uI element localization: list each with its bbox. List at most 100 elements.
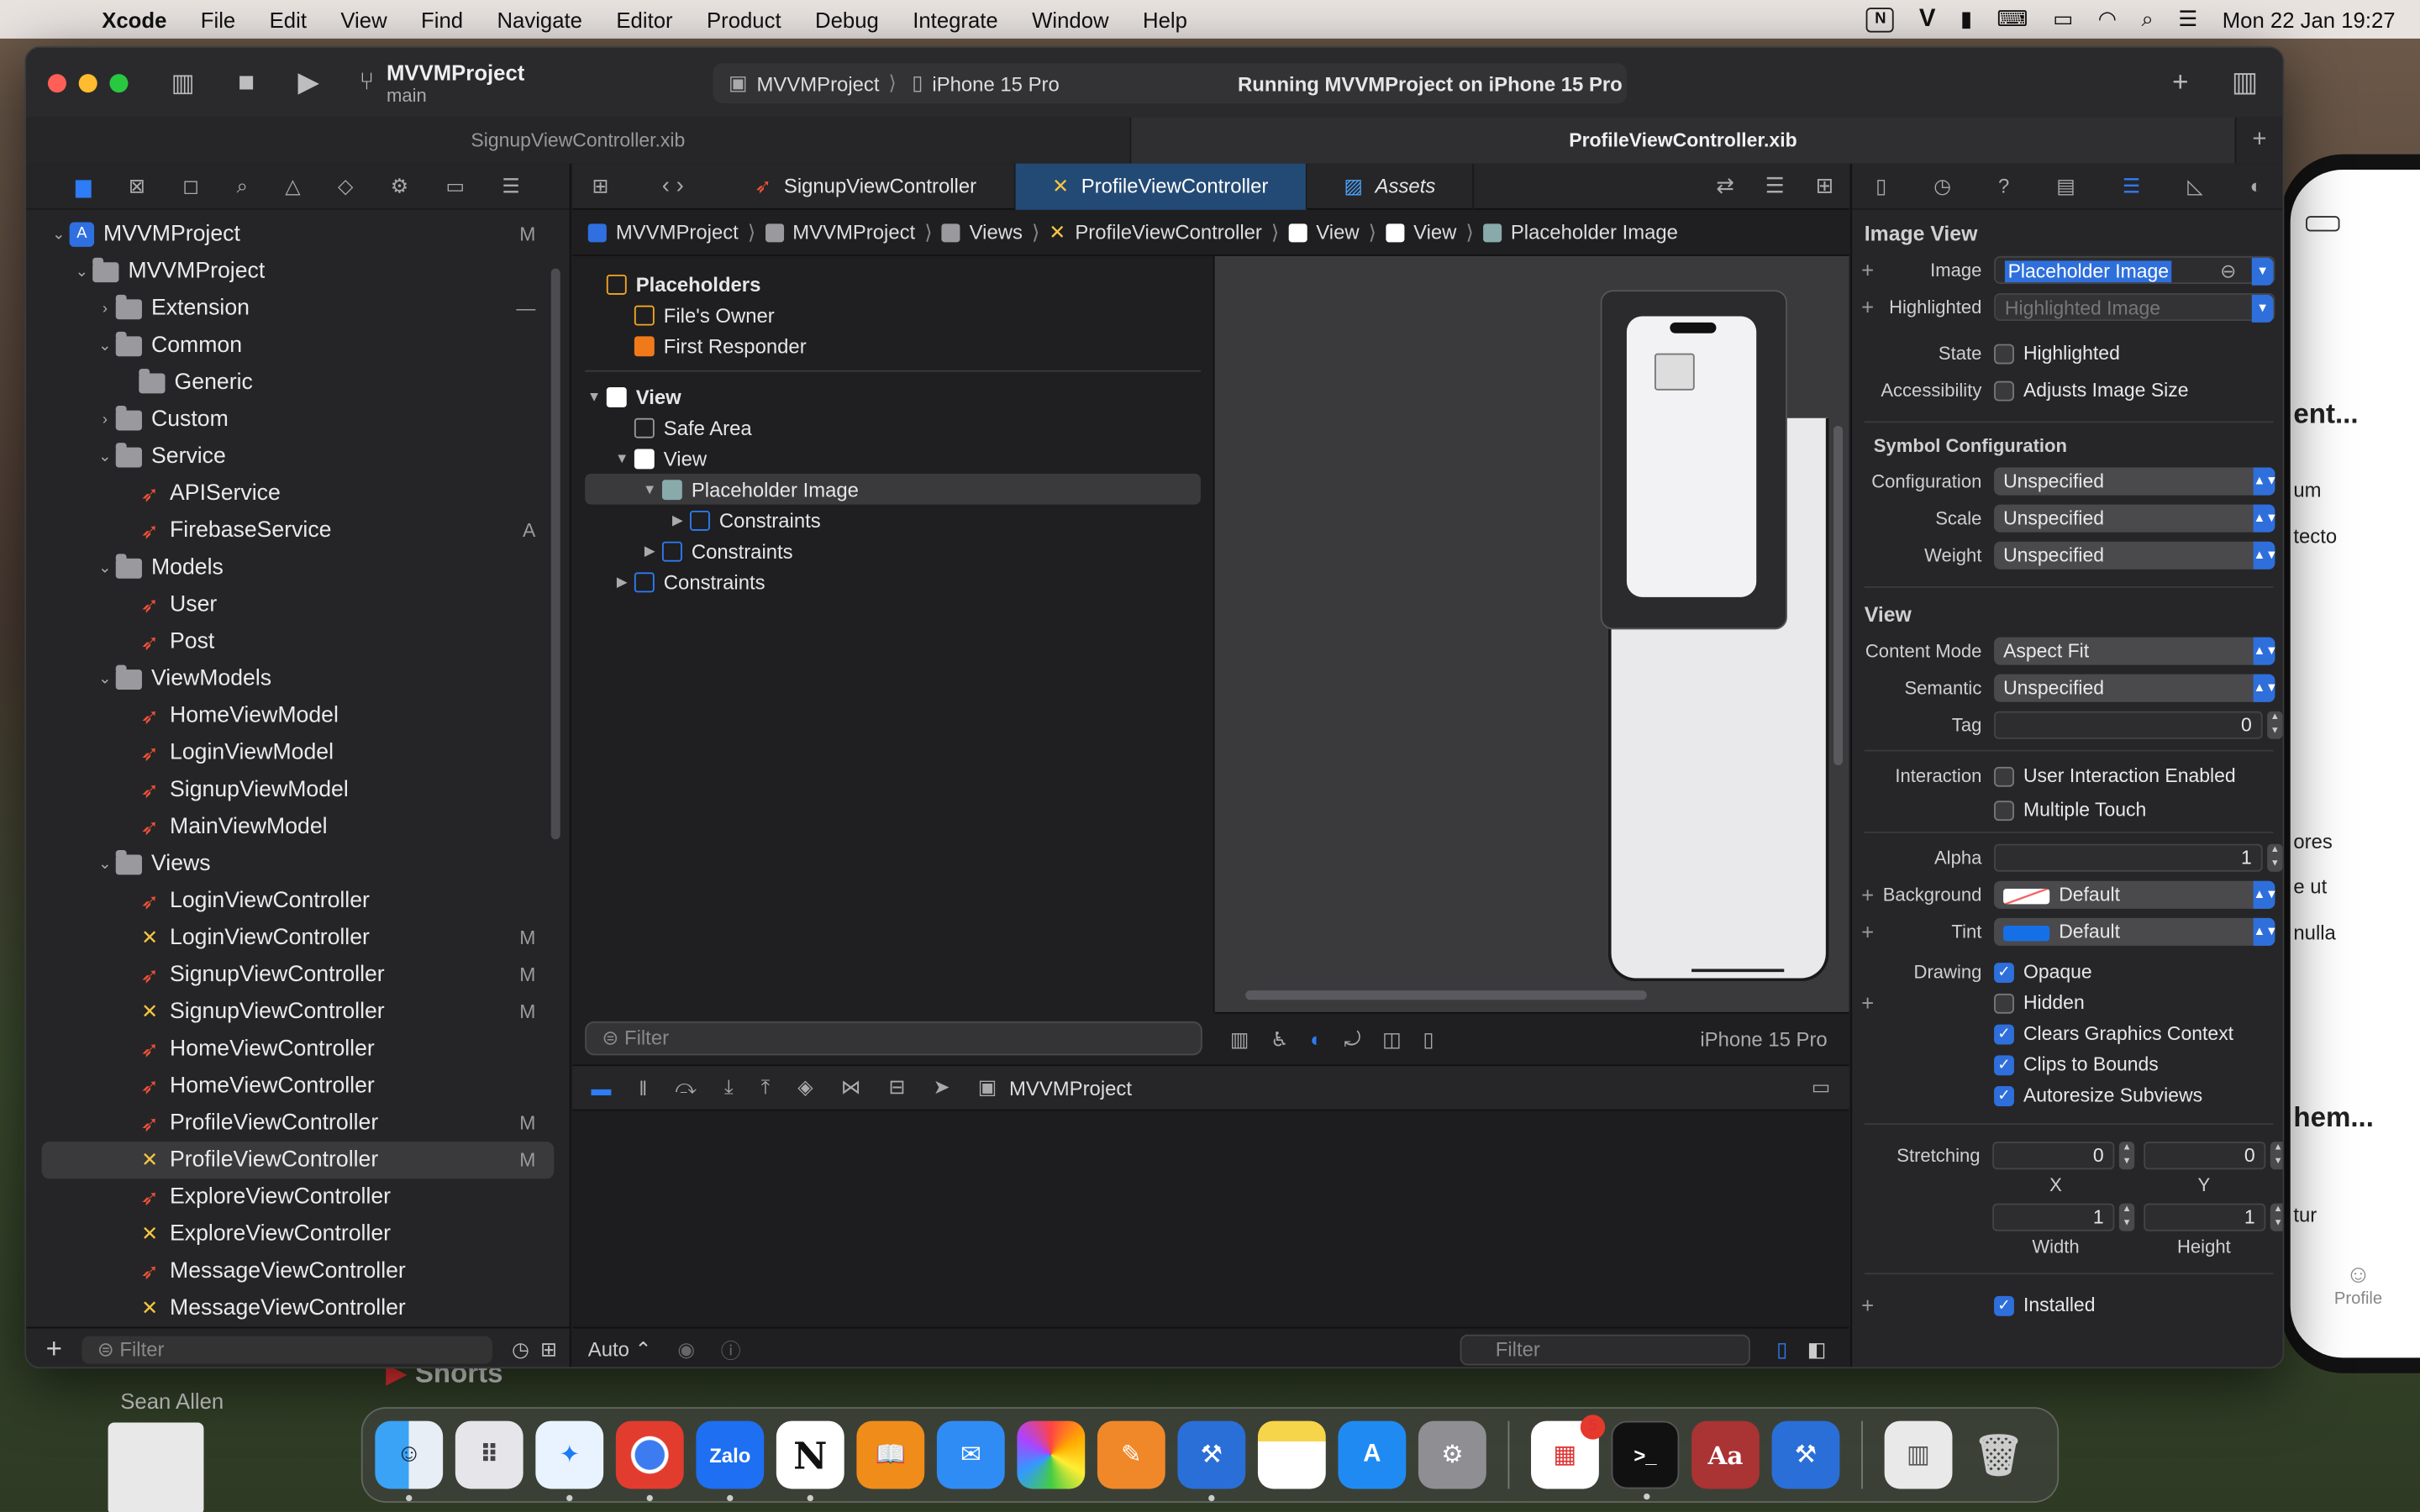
photos-icon[interactable] <box>1017 1420 1086 1489</box>
tree-row[interactable]: ➶ ProfileViewController M <box>26 1105 570 1142</box>
tree-row[interactable]: ➶ MainViewModel <box>26 808 570 845</box>
stretch-y-field[interactable]: 0 <box>2144 1142 2266 1170</box>
identity-inspector-icon[interactable]: ▤ <box>2056 174 2075 198</box>
plus-icon[interactable]: + <box>1861 1293 1874 1317</box>
plus-icon[interactable]: + <box>1861 990 1874 1015</box>
window-tab-profile[interactable]: ProfileViewController.xib <box>1131 117 2237 164</box>
run-button-icon[interactable]: ▶ <box>297 66 318 99</box>
appearance-icon[interactable]: ◐ <box>1310 1027 1322 1051</box>
stretch-x-field[interactable]: 0 <box>1992 1142 2115 1170</box>
checkbox-off[interactable] <box>1994 992 2014 1013</box>
disclosure-closed-icon[interactable]: › <box>94 300 116 317</box>
outline-files-owner[interactable]: File's Owner <box>572 299 1213 330</box>
test-icon[interactable]: ◇ <box>338 174 353 198</box>
finder-icon[interactable]: ☺ <box>375 1420 444 1502</box>
stretch-height-field[interactable]: 1 <box>2144 1203 2266 1231</box>
spotlight-search-icon[interactable]: ⌕ <box>2141 6 2153 32</box>
disclosure-open-icon[interactable]: ▼ <box>610 450 634 465</box>
tree-row[interactable]: ➶ SignupViewController M <box>26 957 570 994</box>
wifi-icon[interactable]: ◠ <box>2098 6 2117 32</box>
stretch-height-stepper[interactable]: ▲ ▼ <box>2270 1203 2283 1231</box>
tree-row[interactable]: ⌄ MVVMProject <box>26 253 570 290</box>
auto-variables-selector[interactable]: Auto ⌃ <box>588 1337 652 1362</box>
scale-popup[interactable]: Unspecified ▲▼ <box>1994 504 2278 533</box>
outline-constraints[interactable]: ▶ Constraints <box>572 535 1213 566</box>
notion-status-icon[interactable]: N <box>1866 7 1895 32</box>
stop-button-icon[interactable]: ■ <box>238 66 255 99</box>
multiple-touch-checkbox[interactable]: Multiple Touch <box>1994 799 2146 821</box>
accessibility-icon[interactable]: ♿ <box>1270 1026 1288 1051</box>
console-filter-input[interactable]: Filter <box>1460 1333 1750 1365</box>
content-mode-popup[interactable]: Aspect Fit ▲▼ <box>1994 637 2278 665</box>
history-icon[interactable]: ◷ <box>1933 174 1951 198</box>
xcode-icon[interactable]: ⚒ <box>1177 1420 1246 1502</box>
zip-file-icon[interactable]: ▥ <box>1884 1420 1953 1489</box>
tree-row[interactable]: ➶ LoginViewModel <box>26 734 570 771</box>
size-inspector-icon[interactable]: ◺ <box>2187 174 2202 198</box>
pages-icon[interactable]: ✎ <box>1097 1420 1165 1489</box>
swap-icon[interactable]: ⇄ <box>1716 173 1734 199</box>
disclosure-closed-icon[interactable]: › <box>94 411 116 428</box>
add-library-icon[interactable]: + <box>2172 66 2188 99</box>
opaque-checkbox[interactable]: ✓ Opaque <box>1994 961 2092 983</box>
disclosure-open-icon[interactable]: ⌄ <box>94 559 116 576</box>
checkbox-off[interactable] <box>1994 380 2014 401</box>
tree-row[interactable]: ➶ MessageViewController <box>26 1252 570 1289</box>
semantic-popup[interactable]: Unspecified ▲▼ <box>1994 674 2278 702</box>
disclosure-closed-icon[interactable]: ▶ <box>638 543 662 559</box>
adjusts-image-size-checkbox[interactable]: Adjusts Image Size <box>1994 380 2188 402</box>
stretch-y-stepper[interactable]: ▲ ▼ <box>2270 1142 2283 1170</box>
source-control-icon[interactable]: ⊠ <box>129 174 145 198</box>
help-icon[interactable]: ? <box>1998 175 2009 198</box>
environment-overrides-icon[interactable]: ⊟ <box>889 1075 906 1100</box>
menu-integrate[interactable]: Integrate <box>913 7 998 31</box>
office-icon[interactable]: ▦ 5 <box>1531 1415 1606 1489</box>
disclosure-open-icon[interactable]: ⌄ <box>94 337 116 354</box>
breadcrumb-item[interactable]: MVVMProject <box>616 221 739 244</box>
trash-icon[interactable]: 🗑 <box>1965 1421 2033 1489</box>
scheme-selector[interactable]: ▣ MVVMProject ⟩ <box>713 71 897 95</box>
menu-app-name[interactable]: Xcode <box>102 7 166 31</box>
tree-row[interactable]: ✕ ExploreViewController <box>26 1215 570 1252</box>
toggle-inspector-icon[interactable]: ▥ <box>2232 66 2258 99</box>
menu-file[interactable]: File <box>201 7 235 31</box>
outline-placeholder-image[interactable]: ▼ Placeholder Image <box>585 473 1201 505</box>
menu-edit[interactable]: Edit <box>270 7 307 31</box>
disclosure-open-icon[interactable]: ⌄ <box>94 449 116 465</box>
breadcrumb-item[interactable]: MVVMProject <box>792 221 915 244</box>
chrome-icon[interactable] <box>615 1420 684 1502</box>
tree-row[interactable]: ✕ MessageViewController <box>26 1290 570 1327</box>
autoresize-subviews-checkbox[interactable]: ✓ Autoresize Subviews <box>1994 1084 2202 1106</box>
interface-builder-canvas[interactable] <box>1214 255 1849 1012</box>
tree-row[interactable]: Generic <box>26 364 570 401</box>
editor-options-icon[interactable]: ☰ <box>1765 173 1785 199</box>
keyboard-status-icon[interactable]: ⌨ <box>1996 6 2028 32</box>
close-window-button[interactable] <box>47 73 66 92</box>
safari-icon[interactable]: ✦ <box>535 1420 604 1502</box>
notes-icon[interactable] <box>1257 1420 1326 1489</box>
stretch-width-field[interactable]: 1 <box>1992 1203 2115 1231</box>
menu-product[interactable]: Product <box>707 7 781 31</box>
outline-constraints[interactable]: ▶ Constraints <box>572 505 1213 536</box>
tree-row[interactable]: ➶ APIService <box>26 475 570 512</box>
tree-row[interactable]: ⌄ ViewModels <box>26 660 570 697</box>
outline-safe-area[interactable]: Safe Area <box>572 412 1213 443</box>
battery-icon[interactable]: ▭ <box>2053 6 2073 32</box>
breadcrumb-item[interactable]: View <box>1316 221 1359 244</box>
installed-checkbox[interactable]: ✓ Installed <box>1994 1294 2095 1316</box>
tree-row[interactable]: ✕ LoginViewController M <box>26 920 570 957</box>
source-control-filter-icon[interactable]: ⊞ <box>540 1337 557 1362</box>
stretch-x-stepper[interactable]: ▲ ▼ <box>2119 1142 2135 1170</box>
tree-row[interactable]: ⌄ Service <box>26 438 570 475</box>
menu-debug[interactable]: Debug <box>815 7 879 31</box>
outline-first-responder[interactable]: First Responder <box>572 330 1213 361</box>
disclosure-open-icon[interactable]: ⌄ <box>94 855 116 872</box>
split-view-icon[interactable]: ◫ <box>1382 1026 1402 1051</box>
step-in-icon[interactable]: ⤓ <box>724 1075 734 1100</box>
alpha-field[interactable]: 1 <box>1994 843 2263 872</box>
arrow-circle-icon[interactable]: ⊖ <box>2220 258 2236 286</box>
report-icon[interactable]: ☰ <box>502 174 519 198</box>
disclosure-open-icon[interactable]: ⌄ <box>71 263 92 280</box>
tree-row[interactable]: ⌄ A MVVMProject M <box>26 216 570 253</box>
step-out-icon[interactable]: ⤒ <box>761 1075 771 1100</box>
